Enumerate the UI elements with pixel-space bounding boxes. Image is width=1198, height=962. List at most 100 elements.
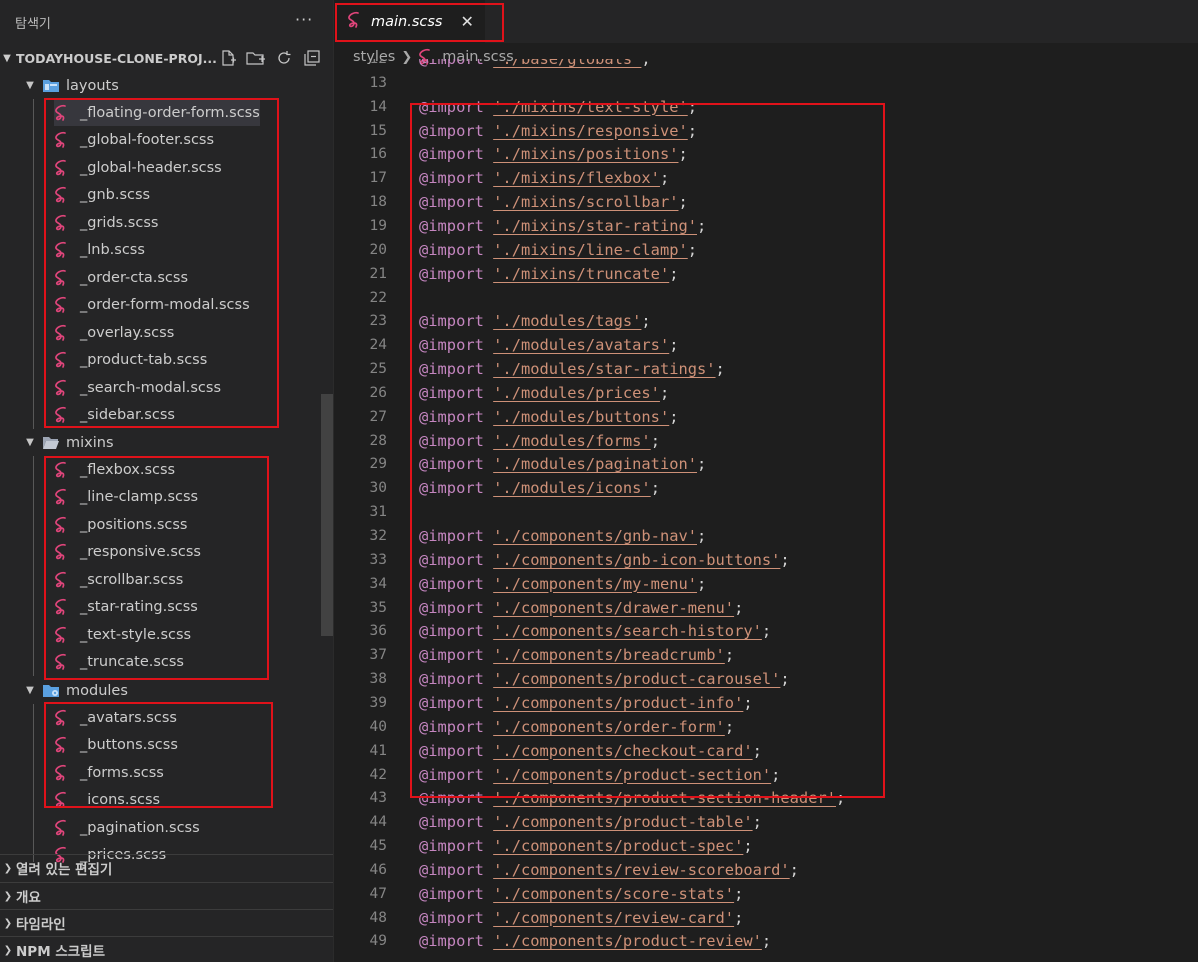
code-line[interactable]: 33 @import './components/gnb-icon-buttons… xyxy=(335,548,1198,572)
file-item[interactable]: _buttons.scss xyxy=(54,732,178,759)
code-line[interactable]: 45 @import './components/product-spec'; xyxy=(335,834,1198,858)
code-text: @import './modules/star-ratings'; xyxy=(419,360,725,379)
import-path: './components/product-spec' xyxy=(493,837,744,856)
file-item[interactable]: _truncate.scss xyxy=(54,649,184,676)
file-item[interactable]: _global-footer.scss xyxy=(54,127,214,154)
chevron-down-icon: ▼ xyxy=(26,685,34,696)
sidebar-scrollbar[interactable] xyxy=(321,394,333,636)
explorer-sidebar: 탐색기 ··· ▼ TODAYHOUSE-CLONE-PROJ... ▼ lay… xyxy=(0,0,334,962)
file-item[interactable]: _responsive.scss xyxy=(54,539,201,566)
code-line[interactable]: 47 @import './components/score-stats'; xyxy=(335,882,1198,906)
import-path: './mixins/flexbox' xyxy=(493,169,660,188)
folder-layouts[interactable]: ▼ layouts xyxy=(22,72,119,99)
file-item[interactable]: _avatars.scss xyxy=(54,704,177,731)
code-line[interactable]: 29 @import './modules/pagination'; xyxy=(335,452,1198,476)
code-line[interactable]: 24 @import './modules/avatars'; xyxy=(335,333,1198,357)
code-text: @import './components/breadcrumb'; xyxy=(419,646,735,665)
code-line[interactable]: 26 @import './modules/prices'; xyxy=(335,381,1198,405)
code-line[interactable]: 36 @import './components/search-history'; xyxy=(335,619,1198,643)
code-line[interactable]: 12 @import './base/globals'; xyxy=(335,59,1198,71)
folder-modules[interactable]: ▼ modules xyxy=(22,677,128,704)
import-keyword: @import xyxy=(419,837,484,856)
code-line[interactable]: 39 @import './components/product-info'; xyxy=(335,691,1198,715)
code-line[interactable]: 19 @import './mixins/star-rating'; xyxy=(335,214,1198,238)
panel-outline[interactable]: ❯ 개요 xyxy=(0,882,333,909)
import-keyword: @import xyxy=(419,169,484,188)
code-text: @import './components/order-form'; xyxy=(419,717,735,736)
close-icon[interactable]: ✕ xyxy=(460,12,473,31)
file-item[interactable]: _line-clamp.scss xyxy=(54,484,198,511)
code-line[interactable]: 22 xyxy=(335,286,1198,310)
code-line[interactable]: 42 @import './components/product-section'… xyxy=(335,763,1198,787)
file-item[interactable]: _forms.scss xyxy=(54,759,164,786)
code-line[interactable]: 25 @import './modules/star-ratings'; xyxy=(335,357,1198,381)
file-item[interactable]: _positions.scss xyxy=(54,511,187,538)
file-item[interactable]: _pagination.scss xyxy=(54,814,200,841)
code-line[interactable]: 14 @import './mixins/text-style'; xyxy=(335,95,1198,119)
folder-mixins[interactable]: ▼ mixins xyxy=(22,429,113,456)
refresh-icon[interactable] xyxy=(274,48,294,68)
file-item[interactable]: _gnb.scss xyxy=(54,182,150,209)
code-line[interactable]: 34 @import './components/my-menu'; xyxy=(335,572,1198,596)
layout-folder-icon xyxy=(42,78,60,94)
code-line[interactable]: 23 @import './modules/tags'; xyxy=(335,309,1198,333)
code-line[interactable]: 32 @import './components/gnb-nav'; xyxy=(335,524,1198,548)
file-item[interactable]: _order-cta.scss xyxy=(54,264,188,291)
code-line[interactable]: 27 @import './modules/buttons'; xyxy=(335,405,1198,429)
file-item[interactable]: _lnb.scss xyxy=(54,237,145,264)
collapse-all-icon[interactable] xyxy=(302,48,322,68)
code-line[interactable]: 43 @import './components/product-section-… xyxy=(335,786,1198,810)
code-line[interactable]: 41 @import './components/checkout-card'; xyxy=(335,739,1198,763)
code-line[interactable]: 31 xyxy=(335,500,1198,524)
file-item[interactable]: _flexbox.scss xyxy=(54,456,175,483)
line-number: 42 xyxy=(369,766,387,783)
code-line[interactable]: 30 @import './modules/icons'; xyxy=(335,476,1198,500)
code-line[interactable]: 21 @import './mixins/truncate'; xyxy=(335,262,1198,286)
code-line[interactable]: 16 @import './mixins/positions'; xyxy=(335,142,1198,166)
code-line[interactable]: 35 @import './components/drawer-menu'; xyxy=(335,596,1198,620)
file-label: _icons.scss xyxy=(80,792,161,808)
tab-main-scss[interactable]: main.scss ✕ xyxy=(335,0,485,43)
code-line[interactable]: 17 @import './mixins/flexbox'; xyxy=(335,166,1198,190)
code-line[interactable]: 15 @import './mixins/responsive'; xyxy=(335,119,1198,143)
panel-timeline[interactable]: ❯ 타임라인 xyxy=(0,909,333,936)
more-actions-icon[interactable]: ··· xyxy=(295,10,313,29)
file-item[interactable]: _product-tab.scss xyxy=(54,347,207,374)
file-item[interactable]: _global-header.scss xyxy=(54,154,222,181)
import-keyword: @import xyxy=(419,527,484,545)
code-text: @import './components/search-history'; xyxy=(419,622,772,641)
file-item[interactable]: _grids.scss xyxy=(54,209,158,236)
file-item[interactable]: _text-style.scss xyxy=(54,621,191,648)
code-line[interactable]: 20 @import './mixins/line-clamp'; xyxy=(335,238,1198,262)
code-line[interactable]: 18 @import './mixins/scrollbar'; xyxy=(335,190,1198,214)
file-item[interactable]: _order-form-modal.scss xyxy=(54,292,250,319)
code-line[interactable]: 28 @import './modules/forms'; xyxy=(335,429,1198,453)
new-file-icon[interactable] xyxy=(218,48,238,68)
code-text: @import './components/review-card'; xyxy=(419,908,744,927)
import-keyword: @import xyxy=(419,717,484,736)
new-folder-icon[interactable] xyxy=(246,48,266,68)
panel-open-editors[interactable]: ❯ 열려 있는 편집기 xyxy=(0,854,333,881)
code-editor[interactable]: 12 @import './base/globals'; 13 14 @import '… xyxy=(335,59,1198,962)
file-item[interactable]: _floating-order-form.scss xyxy=(54,99,260,126)
import-path: './modules/buttons' xyxy=(493,407,670,426)
code-line[interactable]: 46 @import './components/review-scoreboar… xyxy=(335,858,1198,882)
code-line[interactable]: 37 @import './components/breadcrumb'; xyxy=(335,643,1198,667)
code-line[interactable]: 38 @import './components/product-carousel… xyxy=(335,667,1198,691)
file-item[interactable]: _overlay.scss xyxy=(54,319,174,346)
panel-npm-scripts[interactable]: ❯ NPM 스크립트 xyxy=(0,936,333,962)
import-path: './components/score-stats' xyxy=(493,884,735,903)
code-line[interactable]: 48 @import './components/review-card'; xyxy=(335,906,1198,930)
code-line[interactable]: 13 xyxy=(335,71,1198,95)
project-root-row[interactable]: ▼ TODAYHOUSE-CLONE-PROJ... xyxy=(0,44,333,72)
code-line[interactable]: 40 @import './components/order-form'; xyxy=(335,715,1198,739)
code-line[interactable]: 49 @import './components/product-review'; xyxy=(335,929,1198,953)
file-item[interactable]: _star-rating.scss xyxy=(54,594,198,621)
file-item[interactable]: _scrollbar.scss xyxy=(54,566,183,593)
chevron-right-icon: ❯ xyxy=(3,944,13,956)
code-text: @import './modules/avatars'; xyxy=(419,336,679,355)
file-item[interactable]: _sidebar.scss xyxy=(54,402,175,429)
file-item[interactable]: _icons.scss xyxy=(54,787,160,814)
file-item[interactable]: _search-modal.scss xyxy=(54,374,221,401)
code-line[interactable]: 44 @import './components/product-table'; xyxy=(335,810,1198,834)
